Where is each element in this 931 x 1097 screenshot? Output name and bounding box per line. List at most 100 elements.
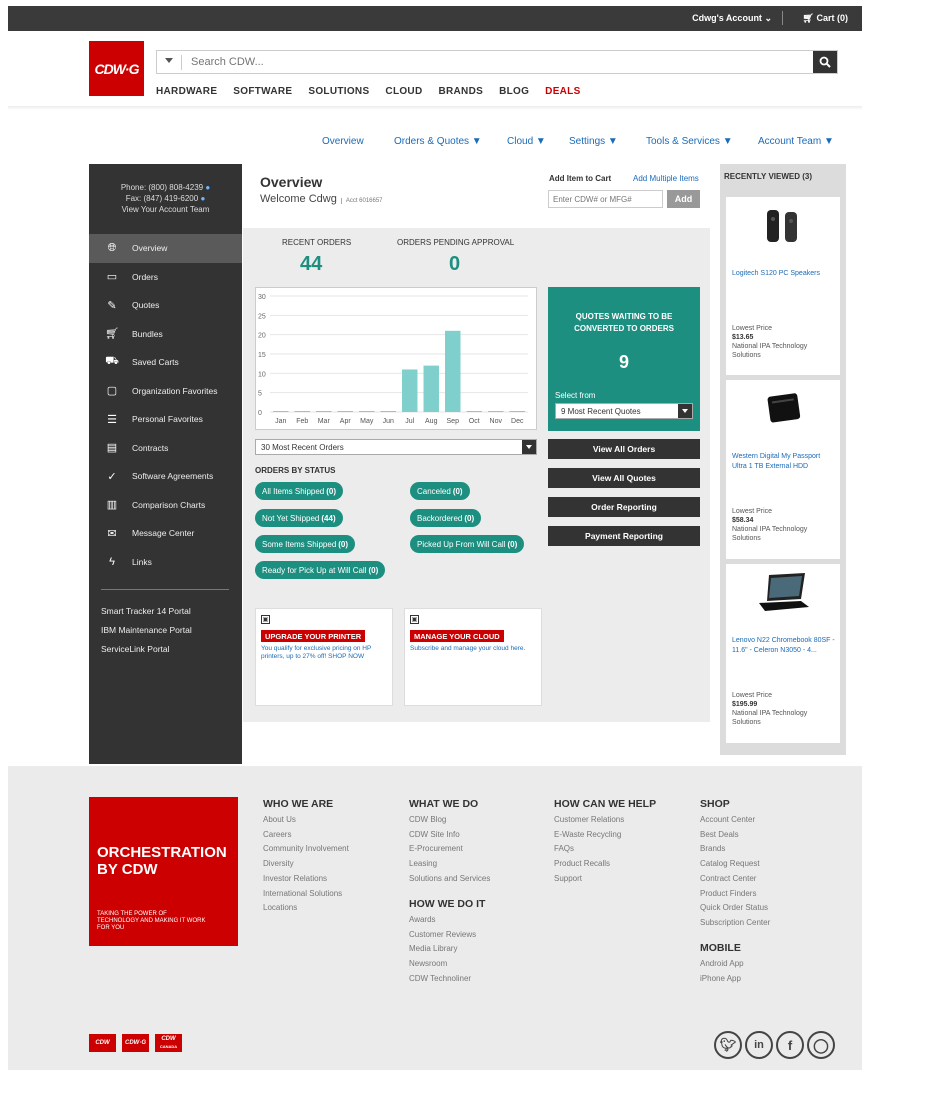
- sidebar-item-software-agreements[interactable]: ✓ Software Agreements: [89, 462, 242, 491]
- nav-software[interactable]: SOFTWARE: [233, 86, 292, 97]
- cdw-canada-logo[interactable]: CDW CANADA: [155, 1034, 182, 1052]
- account-menu[interactable]: Cdwg's Account ⌄: [692, 13, 772, 24]
- quotes-waiting-count[interactable]: 9: [548, 352, 700, 373]
- payment-reporting-button[interactable]: Payment Reporting: [548, 526, 700, 546]
- sidebar-item-links[interactable]: ϟ Links: [89, 548, 242, 577]
- footer-link[interactable]: FAQs: [554, 842, 656, 857]
- chromebook-image[interactable]: [726, 572, 840, 614]
- sidebar-item-quotes[interactable]: ✎ Quotes: [89, 291, 242, 320]
- footer-link[interactable]: Diversity: [263, 857, 349, 872]
- promo-upgrade-printer[interactable]: ▣ UPGRADE YOUR PRINTER You qualify for e…: [255, 608, 393, 706]
- promo-manage-cloud[interactable]: ▣ MANAGE YOUR CLOUD Subscribe and manage…: [404, 608, 542, 706]
- product-name-link[interactable]: Western Digital My Passport Ultra 1 TB E…: [732, 452, 836, 472]
- status-pill-all-items-shipped[interactable]: All Items Shipped (0): [255, 482, 344, 500]
- subnav-tools-services[interactable]: Tools & Services ▼: [646, 136, 733, 147]
- status-pill-some-items-shipped[interactable]: Some Items Shipped (0): [255, 535, 356, 553]
- status-pill-backordered[interactable]: Backordered (0): [410, 509, 482, 527]
- footer-link[interactable]: Best Deals: [700, 828, 770, 843]
- footer-link[interactable]: E-Procurement: [409, 842, 490, 857]
- footer-link[interactable]: Brands: [700, 842, 770, 857]
- sidebar-item-personal-favorites[interactable]: ☰ Personal Favorites: [89, 405, 242, 434]
- footer-link[interactable]: E-Waste Recycling: [554, 828, 656, 843]
- footer-link[interactable]: Quick Order Status: [700, 901, 770, 916]
- sidebar-item-saved-carts[interactable]: ⛟ Saved Carts: [89, 348, 242, 377]
- product-name-link[interactable]: Logitech S120 PC Speakers: [732, 269, 836, 279]
- footer-link[interactable]: Careers: [263, 828, 349, 843]
- footer-link[interactable]: International Solutions: [263, 887, 349, 902]
- status-pill-canceled[interactable]: Canceled (0): [410, 482, 470, 500]
- footer-link[interactable]: Account Center: [700, 813, 770, 828]
- footer-link[interactable]: Product Recalls: [554, 857, 656, 872]
- cart-link[interactable]: 🛒︎ Cart (0): [803, 13, 848, 24]
- footer-link[interactable]: Contract Center: [700, 872, 770, 887]
- quotes-range-select[interactable]: 9 Most Recent Quotes: [555, 403, 693, 419]
- cdw-g-logo[interactable]: CDW·G: [122, 1034, 149, 1052]
- facebook-icon[interactable]: f: [776, 1031, 804, 1059]
- subnav-overview[interactable]: Overview: [322, 136, 364, 147]
- view-all-quotes-button[interactable]: View All Quotes: [548, 468, 700, 488]
- cdw-logo[interactable]: CDW·G: [89, 41, 144, 96]
- subnav-account-team[interactable]: Account Team ▼: [758, 136, 834, 147]
- footer-link[interactable]: Investor Relations: [263, 872, 349, 887]
- chat-icon[interactable]: ●: [205, 183, 210, 192]
- recent-product-card[interactable]: Western Digital My Passport Ultra 1 TB E…: [726, 380, 840, 559]
- status-pill-picked-up-from-will-call[interactable]: Picked Up From Will Call (0): [410, 535, 525, 553]
- sidebar-item-message-center[interactable]: ✉ Message Center: [89, 519, 242, 548]
- footer-link[interactable]: Customer Reviews: [409, 928, 485, 943]
- footer-link[interactable]: Subscription Center: [700, 916, 770, 931]
- add-button[interactable]: Add: [667, 190, 700, 208]
- footer-link[interactable]: Catalog Request: [700, 857, 770, 872]
- footer-link[interactable]: Customer Relations: [554, 813, 656, 828]
- instagram-icon[interactable]: ◯: [807, 1031, 835, 1059]
- footer-link[interactable]: Community Involvement: [263, 842, 349, 857]
- view-all-orders-button[interactable]: View All Orders: [548, 439, 700, 459]
- search-category-dropdown[interactable]: [165, 58, 173, 63]
- footer-link[interactable]: Product Finders: [700, 887, 770, 902]
- twitter-icon[interactable]: 🐦︎: [714, 1031, 742, 1059]
- status-pill-ready-for-pick-up-at-will-call[interactable]: Ready for Pick Up at Will Call (0): [255, 561, 386, 579]
- sidebar-item-contracts[interactable]: ▤ Contracts: [89, 434, 242, 463]
- portal-link-ibm[interactable]: IBM Maintenance Portal: [101, 621, 192, 640]
- recent-orders-count[interactable]: 44: [300, 253, 322, 276]
- footer-link[interactable]: Solutions and Services: [409, 872, 490, 887]
- footer-link[interactable]: Awards: [409, 913, 485, 928]
- portal-link-smart-tracker[interactable]: Smart Tracker 14 Portal: [101, 602, 192, 621]
- footer-link[interactable]: Support: [554, 872, 656, 887]
- product-name-link[interactable]: Lenovo N22 Chromebook 80SF - 11.6" - Cel…: [732, 636, 836, 656]
- recent-product-card[interactable]: Lenovo N22 Chromebook 80SF - 11.6" - Cel…: [726, 564, 840, 743]
- hard-drive-image[interactable]: [726, 388, 840, 430]
- footer-link[interactable]: CDW Blog: [409, 813, 490, 828]
- nav-brands[interactable]: BRANDS: [438, 86, 483, 97]
- sidebar-item-organization-favorites[interactable]: ▢ Organization Favorites: [89, 377, 242, 406]
- footer-link[interactable]: Locations: [263, 901, 349, 916]
- cdw-logo[interactable]: CDW: [89, 1034, 116, 1052]
- nav-solutions[interactable]: SOLUTIONS: [308, 86, 369, 97]
- item-number-input[interactable]: [548, 190, 663, 208]
- footer-link[interactable]: Media Library: [409, 942, 485, 957]
- order-reporting-button[interactable]: Order Reporting: [548, 497, 700, 517]
- sidebar-item-comparison-charts[interactable]: ▥ Comparison Charts: [89, 491, 242, 520]
- subnav-settings[interactable]: Settings ▼: [569, 136, 618, 147]
- portal-link-servicelink[interactable]: ServiceLink Portal: [101, 640, 192, 659]
- sidebar-item-orders[interactable]: ▭ Orders: [89, 263, 242, 292]
- speakers-image[interactable]: [726, 205, 840, 247]
- sidebar-item-bundles[interactable]: 🛒︎ Bundles: [89, 320, 242, 349]
- orchestration-banner[interactable]: ORCHESTRATION BY CDW TAKING THE POWER OF…: [89, 797, 238, 946]
- search-button[interactable]: [813, 51, 837, 73]
- nav-hardware[interactable]: HARDWARE: [156, 86, 217, 97]
- footer-link[interactable]: iPhone App: [700, 972, 744, 987]
- footer-link[interactable]: CDW Technoliner: [409, 972, 485, 987]
- view-account-team-link[interactable]: View Your Account Team: [89, 204, 242, 215]
- chat-icon[interactable]: ●: [200, 194, 205, 203]
- subnav-orders-quotes[interactable]: Orders & Quotes ▼: [394, 136, 482, 147]
- search-input[interactable]: [191, 53, 791, 71]
- add-multiple-items-link[interactable]: Add Multiple Items: [633, 174, 699, 183]
- footer-link[interactable]: CDW Site Info: [409, 828, 490, 843]
- status-pill-not-yet-shipped[interactable]: Not Yet Shipped (44): [255, 509, 343, 527]
- pending-approval-count[interactable]: 0: [449, 253, 460, 276]
- nav-blog[interactable]: BLOG: [499, 86, 529, 97]
- sidebar-item-overview[interactable]: 🌐︎ Overview: [89, 234, 242, 263]
- footer-link[interactable]: About Us: [263, 813, 349, 828]
- recent-product-card[interactable]: Logitech S120 PC Speakers Lowest Price $…: [726, 197, 840, 375]
- subnav-cloud[interactable]: Cloud ▼: [507, 136, 546, 147]
